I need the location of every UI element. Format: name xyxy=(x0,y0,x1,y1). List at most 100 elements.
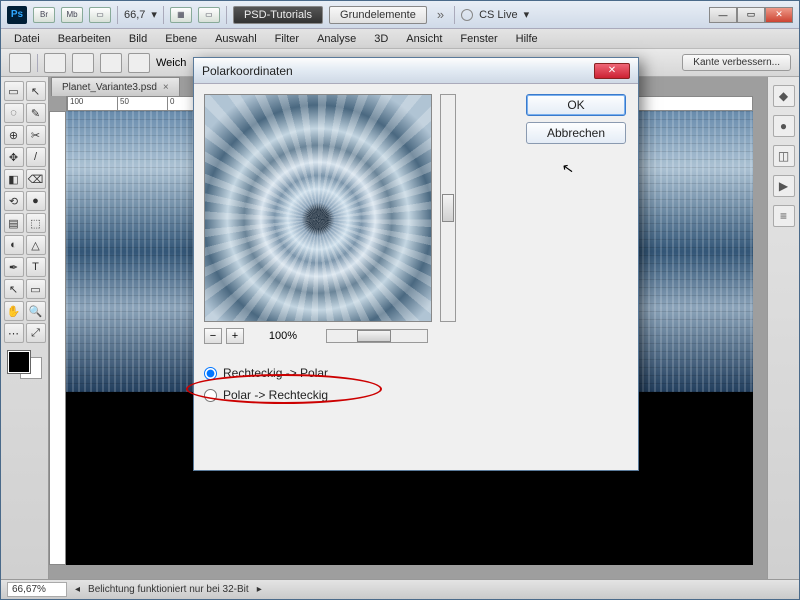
dialog-titlebar[interactable]: Polarkoordinaten ✕ xyxy=(194,58,638,84)
tool-9[interactable]: ⌫ xyxy=(26,169,46,189)
tool-2[interactable]: ◌ xyxy=(4,103,24,123)
menu-analyse[interactable]: Analyse xyxy=(308,31,365,47)
preview-zoom-in-button[interactable]: + xyxy=(226,328,244,344)
status-chevron-right-icon[interactable]: ▸ xyxy=(257,584,262,595)
preview-zoom-out-button[interactable]: − xyxy=(204,328,222,344)
ruler-tick: 100 xyxy=(67,97,117,110)
document-tab[interactable]: Planet_Variante3.psd × xyxy=(51,77,180,96)
close-button[interactable]: ✕ xyxy=(765,7,793,23)
option-rect-to-polar[interactable]: Rechteckig -> Polar xyxy=(204,366,628,380)
tool-17[interactable]: T xyxy=(26,257,46,277)
status-chevron-left-icon[interactable]: ◂ xyxy=(75,584,80,595)
tool-5[interactable]: ✂ xyxy=(26,125,46,145)
dock-icon-0[interactable]: ◆ xyxy=(773,85,795,107)
menu-bearbeiten[interactable]: Bearbeiten xyxy=(49,31,120,47)
tool-16[interactable]: ✒ xyxy=(4,257,24,277)
ps-logo-icon: Ps xyxy=(7,6,27,24)
screen-mode-icon[interactable]: ▭ xyxy=(89,7,111,23)
selection-new-icon[interactable] xyxy=(44,53,66,73)
ruler-vertical xyxy=(49,111,66,565)
tool-22[interactable]: ⋯ xyxy=(4,323,24,343)
tool-preset-icon[interactable] xyxy=(9,53,31,73)
dialog-buttons: OK Abbrechen ↖ xyxy=(526,94,626,144)
menu-hilfe[interactable]: Hilfe xyxy=(507,31,547,47)
app-window: Ps Br Mb ▭ 66,7 ▾ ▦ ▭ PSD-Tutorials Grun… xyxy=(0,0,800,600)
tool-14[interactable]: ◐ xyxy=(4,235,24,255)
dock-icon-3[interactable]: ▶ xyxy=(773,175,795,197)
tool-11[interactable]: ● xyxy=(26,191,46,211)
tool-4[interactable]: ⊕ xyxy=(4,125,24,145)
minibridge-icon[interactable]: Mb xyxy=(61,7,83,23)
menu-datei[interactable]: Datei xyxy=(5,31,49,47)
document-close-icon[interactable]: × xyxy=(163,82,169,93)
option-polar-to-rect[interactable]: Polar -> Rechteckig xyxy=(204,388,628,402)
preview-vscroll[interactable] xyxy=(440,94,456,322)
refine-edge-button[interactable]: Kante verbessern... xyxy=(682,54,791,71)
tool-7[interactable]: / xyxy=(26,147,46,167)
dock-icon-4[interactable]: ≡ xyxy=(773,205,795,227)
tool-3[interactable]: ✎ xyxy=(26,103,46,123)
tool-10[interactable]: ⟲ xyxy=(4,191,24,211)
menu-filter[interactable]: Filter xyxy=(266,31,308,47)
workspace-tab-light[interactable]: Grundelemente xyxy=(329,6,427,24)
tool-21[interactable]: 🔍 xyxy=(26,301,46,321)
tool-palette: ▭↖◌✎⊕✂✥/◧⌫⟲●▤⬚◐△✒T↖▭✋🔍⋯⤢ xyxy=(1,77,49,579)
dock-icon-1[interactable]: ● xyxy=(773,115,795,137)
radio-rect-to-polar[interactable] xyxy=(204,367,217,380)
tool-1[interactable]: ↖ xyxy=(26,81,46,101)
tool-12[interactable]: ▤ xyxy=(4,213,24,233)
fg-color[interactable] xyxy=(8,351,30,373)
tool-23[interactable]: ⤢ xyxy=(26,323,46,343)
selection-intersect-icon[interactable] xyxy=(128,53,150,73)
menu-auswahl[interactable]: Auswahl xyxy=(206,31,266,47)
view-extras-icon[interactable]: ▦ xyxy=(170,7,192,23)
tool-20[interactable]: ✋ xyxy=(4,301,24,321)
tool-6[interactable]: ✥ xyxy=(4,147,24,167)
ok-button[interactable]: OK xyxy=(526,94,626,116)
right-dock: ◆ ● ◫ ▶ ≡ xyxy=(767,77,799,579)
workspace-more-icon[interactable]: » xyxy=(437,7,444,22)
selection-add-icon[interactable] xyxy=(72,53,94,73)
tool-0[interactable]: ▭ xyxy=(4,81,24,101)
tool-19[interactable]: ▭ xyxy=(26,279,46,299)
document-tab-label: Planet_Variante3.psd xyxy=(62,82,157,93)
filter-preview[interactable] xyxy=(204,94,432,322)
cslive-chevron-icon[interactable]: ▾ xyxy=(524,8,530,21)
feather-label: Weich xyxy=(156,57,186,69)
menu-fenster[interactable]: Fenster xyxy=(451,31,506,47)
maximize-button[interactable]: ▭ xyxy=(737,7,765,23)
preview-vscroll-thumb[interactable] xyxy=(442,194,454,222)
tool-18[interactable]: ↖ xyxy=(4,279,24,299)
preview-hscroll-thumb[interactable] xyxy=(357,330,391,342)
tool-8[interactable]: ◧ xyxy=(4,169,24,189)
tool-13[interactable]: ⬚ xyxy=(26,213,46,233)
dialog-body: − + 100% Rechteckig -> Polar Polar -> Re… xyxy=(194,84,638,470)
status-message: Belichtung funktioniert nur bei 32-Bit xyxy=(88,584,249,595)
status-zoom[interactable]: 66,67% xyxy=(7,582,67,597)
menu-bild[interactable]: Bild xyxy=(120,31,156,47)
menu-ebene[interactable]: Ebene xyxy=(156,31,206,47)
preview-hscroll[interactable] xyxy=(326,329,428,343)
dialog-title: Polarkoordinaten xyxy=(202,64,293,78)
bridge-icon[interactable]: Br xyxy=(33,7,55,23)
dock-icon-2[interactable]: ◫ xyxy=(773,145,795,167)
option-polar-to-rect-label: Polar -> Rechteckig xyxy=(223,388,328,402)
preview-zoom-value: 100% xyxy=(248,330,318,342)
menu-ansicht[interactable]: Ansicht xyxy=(397,31,451,47)
tool-15[interactable]: △ xyxy=(26,235,46,255)
workspace-tab-dark[interactable]: PSD-Tutorials xyxy=(233,6,323,24)
selection-sub-icon[interactable] xyxy=(100,53,122,73)
zoom-value[interactable]: 66,7 xyxy=(124,9,145,21)
minimize-button[interactable]: — xyxy=(709,7,737,23)
arrange-icon[interactable]: ▭ xyxy=(198,7,220,23)
dialog-close-button[interactable]: ✕ xyxy=(594,63,630,79)
color-swatch[interactable] xyxy=(8,351,42,379)
titlebar: Ps Br Mb ▭ 66,7 ▾ ▦ ▭ PSD-Tutorials Grun… xyxy=(1,1,799,29)
radio-polar-to-rect[interactable] xyxy=(204,389,217,402)
cslive-icon[interactable] xyxy=(461,9,473,21)
zoom-chevron-icon[interactable]: ▾ xyxy=(151,8,157,21)
menu-3d[interactable]: 3D xyxy=(365,31,397,47)
cancel-button[interactable]: Abbrechen xyxy=(526,122,626,144)
status-bar: 66,67% ◂ Belichtung funktioniert nur bei… xyxy=(1,579,799,599)
cslive-label[interactable]: CS Live xyxy=(479,9,518,21)
